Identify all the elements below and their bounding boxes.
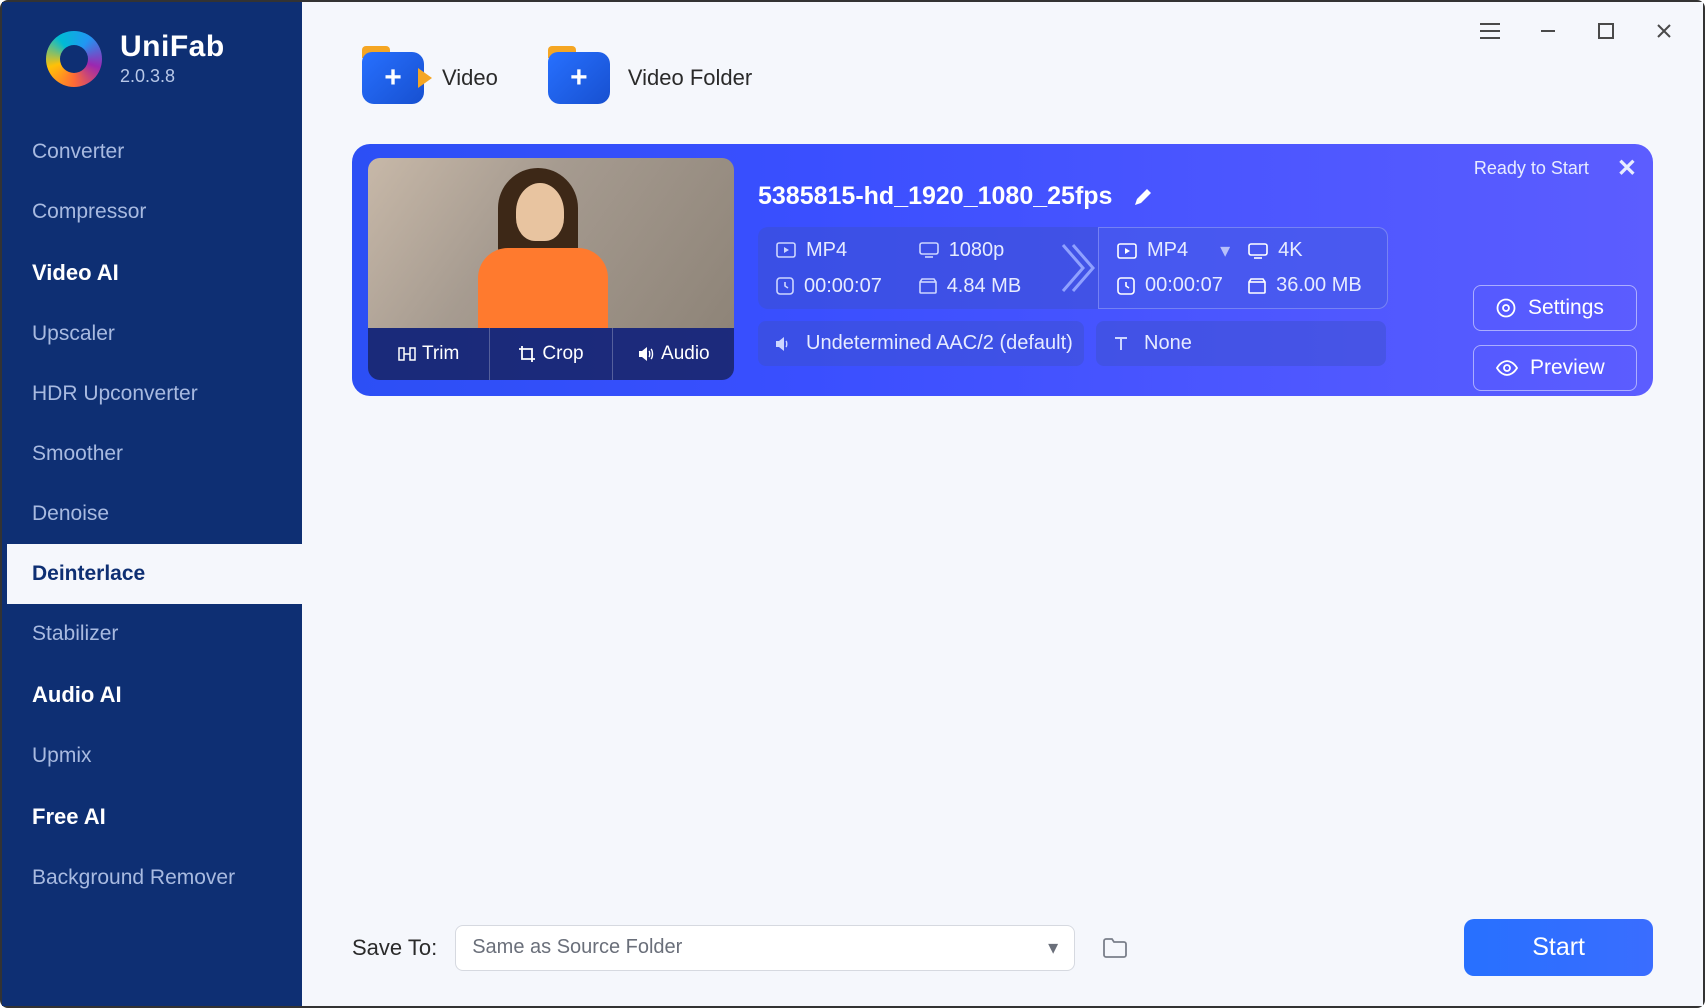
target-resolution-select[interactable]: 4K [1248,236,1369,265]
app-logo-icon [46,31,102,87]
source-resolution: 1080p [949,239,1005,262]
settings-label: Settings [1528,296,1604,320]
plus-icon: + [570,61,588,95]
target-format: MP4 [1147,239,1188,262]
app-name: UniFab [120,30,225,64]
text-icon [1112,335,1130,353]
speaker-icon [637,345,655,363]
sidebar-item-hdr-upconverter[interactable]: HDR Upconverter [2,364,302,424]
footer: Save To: Same as Source Folder ▾ Start [302,895,1703,1006]
start-button[interactable]: Start [1464,919,1653,976]
clock-icon [776,277,794,295]
arrow-separator-icon [1058,227,1098,309]
audio-track-value: Undetermined AAC/2 (default) [806,332,1073,355]
eye-icon [1496,360,1518,376]
audio-track-select[interactable]: Undetermined AAC/2 (default) ▾ [758,321,1084,366]
source-format: MP4 [806,239,847,262]
sidebar-item-upmix[interactable]: Upmix [2,726,302,786]
main-area: + Video + Video Folder [302,2,1703,1006]
audio-button[interactable]: Audio [613,328,734,380]
sidebar-item-upscaler[interactable]: Upscaler [2,304,302,364]
source-duration: 00:00:07 [804,275,882,298]
task-close-icon[interactable]: ✕ [1617,154,1637,183]
target-info: MP4 ▾ 4K 00:00:07 36.00 MB [1098,227,1388,309]
close-icon[interactable] [1653,20,1675,42]
add-video-button[interactable]: + Video [362,52,498,104]
crop-label: Crop [542,343,583,365]
menu-icon[interactable] [1479,20,1501,42]
trim-button[interactable]: Trim [368,328,490,380]
folder-icon [1102,937,1128,959]
trim-label: Trim [422,343,459,365]
chevron-down-icon: ▾ [1048,935,1058,960]
monitor-icon [1248,243,1268,259]
add-folder-label: Video Folder [628,65,752,91]
minimize-icon[interactable] [1537,20,1559,42]
filesize-icon [1248,278,1266,294]
maximize-icon[interactable] [1595,20,1617,42]
video-format-icon [1117,243,1137,259]
sidebar: UniFab 2.0.3.8 Converter Compressor Vide… [2,2,302,1006]
gear-icon [1496,298,1516,318]
save-path-value: Same as Source Folder [472,936,682,959]
subtitle-track-value: None [1144,332,1192,355]
audio-label: Audio [661,343,710,365]
task-filename: 5385815-hd_1920_1080_25fps [758,182,1112,211]
start-label: Start [1532,933,1585,961]
monitor-icon [919,242,939,258]
sidebar-item-converter[interactable]: Converter [2,122,302,182]
sidebar-item-denoise[interactable]: Denoise [2,484,302,544]
sidebar-item-deinterlace[interactable]: Deinterlace [2,544,302,604]
titlebar [1479,20,1675,42]
thumbnail-actions: Trim Crop Audio [368,328,734,380]
save-to-label: Save To: [352,935,437,961]
clock-icon [1117,277,1135,295]
plus-icon: + [384,61,402,95]
brand-block: UniFab 2.0.3.8 [2,30,302,122]
sidebar-section-free-ai[interactable]: Free AI [2,786,302,848]
task-status: Ready to Start [1474,158,1589,179]
chevron-down-icon: ▾ [1220,238,1230,263]
sidebar-item-background-remover[interactable]: Background Remover [2,848,302,908]
target-size: 36.00 MB [1276,274,1362,297]
target-duration: 00:00:07 [1145,274,1223,297]
sidebar-item-compressor[interactable]: Compressor [2,182,302,242]
preview-button[interactable]: Preview [1473,345,1637,391]
preview-label: Preview [1530,356,1605,380]
add-video-folder-button[interactable]: + Video Folder [548,52,752,104]
video-format-icon [776,242,796,258]
task-card: Trim Crop Audio Ready to Start ✕ [352,144,1653,396]
sidebar-nav: Converter Compressor Video AI Upscaler H… [2,122,302,908]
play-accent-icon [418,68,432,88]
sidebar-section-video-ai[interactable]: Video AI [2,242,302,304]
speaker-icon [774,335,792,353]
subtitle-track-select[interactable]: None [1096,321,1386,366]
edit-filename-icon[interactable] [1132,186,1154,208]
sidebar-section-audio-ai[interactable]: Audio AI [2,664,302,726]
save-path-select[interactable]: Same as Source Folder ▾ [455,925,1075,971]
browse-folder-button[interactable] [1093,926,1137,970]
filesize-icon [919,278,937,294]
add-video-label: Video [442,65,498,91]
source-size: 4.84 MB [947,275,1021,298]
video-thumbnail[interactable] [368,158,734,328]
settings-button[interactable]: Settings [1473,285,1637,331]
crop-icon [518,345,536,363]
app-version: 2.0.3.8 [120,66,225,87]
crop-button[interactable]: Crop [490,328,612,380]
target-resolution: 4K [1278,239,1302,262]
sidebar-item-smoother[interactable]: Smoother [2,424,302,484]
target-format-select[interactable]: MP4 ▾ [1117,236,1230,265]
sidebar-item-stabilizer[interactable]: Stabilizer [2,604,302,664]
trim-icon [398,345,416,363]
source-info: MP4 1080p 00:00:07 4.84 MB [758,227,1058,309]
